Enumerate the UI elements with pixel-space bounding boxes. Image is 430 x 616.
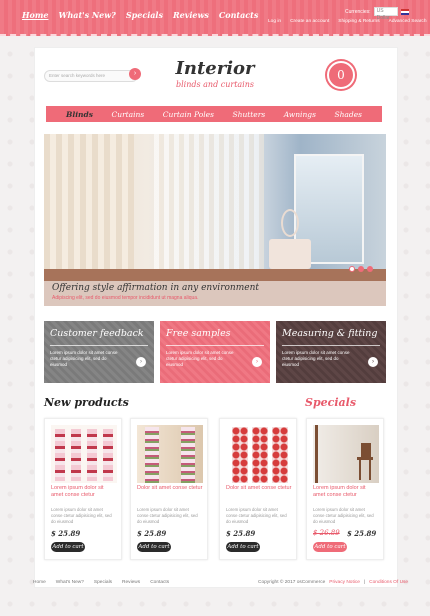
product-card: Dolor sit amet conse ctetur Lorem ipsum …	[130, 418, 208, 560]
product-price: $ 25.89	[226, 529, 256, 538]
add-to-cart-button[interactable]: Add to cart	[51, 542, 85, 552]
nav-reviews[interactable]: Reviews	[173, 10, 209, 20]
slider-dot[interactable]	[367, 266, 373, 272]
add-to-cart-button[interactable]: Add to cart	[137, 542, 171, 552]
product-name[interactable]: Dolor sit amet conse ctetur	[226, 485, 292, 492]
search-input[interactable]: Enter search keywords here	[44, 70, 138, 82]
flag-icon[interactable]	[400, 8, 409, 15]
feature-title: Measuring & fitting	[282, 328, 378, 339]
separator: |	[363, 580, 366, 585]
arrow-right-icon[interactable]: ›	[252, 357, 262, 367]
arrow-right-icon[interactable]: ›	[136, 357, 146, 367]
login-link[interactable]: Log in	[268, 19, 281, 24]
menu-shutters[interactable]: Shutters	[232, 110, 265, 119]
divider	[166, 345, 264, 346]
logo-title[interactable]: Interior	[150, 58, 280, 79]
menu-blinds[interactable]: Blinds	[66, 110, 93, 119]
divider	[282, 345, 380, 346]
banner-sheer-image	[154, 134, 264, 274]
specials-heading[interactable]: Specials	[305, 396, 356, 409]
footer-link-whats-new[interactable]: What's New?	[56, 580, 84, 585]
currency-selector: Currencies: US Dollar	[345, 7, 409, 21]
feature-free-samples[interactable]: Free samples Lorem ipsum dolor sit amet …	[160, 321, 270, 389]
special-product-card: Lorem ipsum dolor sit amet conse ctetur …	[306, 418, 384, 560]
advanced-search-link[interactable]: Advanced Search	[389, 19, 427, 24]
arrow-right-icon[interactable]: ›	[368, 357, 378, 367]
hero-banner[interactable]: Offering style affirmation in any enviro…	[44, 134, 386, 306]
nav-whats-new[interactable]: What's New?	[58, 10, 115, 20]
slider-dot[interactable]	[358, 266, 364, 272]
currency-label: Currencies:	[345, 8, 371, 15]
product-name[interactable]: Dolor sit amet conse ctetur	[137, 485, 203, 492]
footer-nav: Home What's New? Specials Reviews Contac…	[33, 580, 169, 585]
product-card: Lorem ipsum dolor sit amet conse ctetur …	[44, 418, 122, 560]
menu-awnings[interactable]: Awnings	[284, 110, 316, 119]
add-to-cart-button[interactable]: Add to cart	[313, 542, 347, 552]
product-special-price: $ 25.89	[347, 529, 377, 538]
footer-copyright: Copyright © 2017 osCommerce Privacy Noti…	[258, 580, 408, 585]
banner-title: Offering style affirmation in any enviro…	[52, 283, 259, 293]
product-image[interactable]	[137, 425, 203, 483]
footer-link-reviews[interactable]: Reviews	[122, 580, 140, 585]
add-to-cart-button[interactable]: Add to cart	[226, 542, 260, 552]
divider	[50, 345, 148, 346]
new-products-heading: New products	[44, 396, 129, 409]
menu-shades[interactable]: Shades	[334, 110, 362, 119]
menu-curtain-poles[interactable]: Curtain Poles	[163, 110, 214, 119]
feature-text: Lorem ipsum dolor sit amet conse ctetur …	[166, 350, 234, 367]
product-image[interactable]	[313, 425, 379, 483]
slider-dots	[349, 266, 373, 272]
feature-text: Lorem ipsum dolor sit amet conse ctetur …	[282, 350, 350, 367]
top-bar: Home What's New? Specials Reviews Contac…	[0, 0, 430, 36]
account-links: Log in Create an account Shipping & Retu…	[268, 19, 427, 24]
product-price: $ 25.89	[51, 529, 81, 538]
product-name[interactable]: Lorem ipsum dolor sit amet conse ctetur	[51, 485, 117, 499]
product-price: $ 25.89	[137, 529, 167, 538]
footer-link-home[interactable]: Home	[33, 580, 46, 585]
nav-specials[interactable]: Specials	[126, 10, 163, 20]
conditions-link[interactable]: Conditions Of Use	[369, 580, 408, 585]
product-name[interactable]: Lorem ipsum dolor sit amet conse ctetur	[313, 485, 379, 499]
product-description: Lorem ipsum dolor sit amet conse ctetur …	[226, 507, 287, 524]
feature-text: Lorem ipsum dolor sit amet conse ctetur …	[50, 350, 118, 367]
footer-link-contacts[interactable]: Contacts	[150, 580, 169, 585]
create-account-link[interactable]: Create an account	[290, 19, 329, 24]
feature-title: Customer feedback	[50, 328, 144, 339]
feature-measuring-fitting[interactable]: Measuring & fitting Lorem ipsum dolor si…	[276, 321, 386, 389]
footer-link-specials[interactable]: Specials	[94, 580, 112, 585]
zigzag-edge	[160, 383, 270, 389]
cart-badge[interactable]: 0	[322, 58, 360, 96]
slider-dot[interactable]	[349, 266, 355, 272]
banner-mirror-image	[281, 209, 299, 237]
banner-subtitle: Adipiscing elit, sed do eiusmod tempor i…	[52, 295, 199, 301]
currency-select[interactable]: US Dollar	[373, 7, 398, 21]
privacy-link[interactable]: Privacy Notice	[329, 580, 360, 585]
nav-contacts[interactable]: Contacts	[219, 10, 258, 20]
arrow-right-icon: ›	[133, 70, 137, 77]
product-old-price: $ 26.89	[313, 529, 340, 537]
feature-title: Free samples	[166, 328, 231, 339]
zigzag-edge	[44, 383, 154, 389]
top-nav: Home What's New? Specials Reviews Contac…	[22, 10, 258, 20]
cart-count[interactable]: 0	[327, 61, 355, 89]
shipping-link[interactable]: Shipping & Returns	[338, 19, 379, 24]
copyright-text: Copyright © 2017 osCommerce	[258, 580, 326, 585]
product-description: Lorem ipsum dolor sit amet conse ctetur …	[137, 507, 198, 524]
nav-home[interactable]: Home	[22, 10, 48, 20]
product-image[interactable]	[226, 425, 292, 483]
product-description: Lorem ipsum dolor sit amet conse ctetur …	[313, 507, 374, 524]
logo-subtitle: blinds and curtains	[175, 80, 254, 89]
product-description: Lorem ipsum dolor sit amet conse ctetur …	[51, 507, 112, 524]
category-menu: Blinds Curtains Curtain Poles Shutters A…	[36, 106, 392, 125]
zigzag-edge	[276, 383, 386, 389]
banner-table-image	[269, 239, 311, 269]
menu-curtains[interactable]: Curtains	[112, 110, 145, 119]
product-card: Dolor sit amet conse ctetur Lorem ipsum …	[219, 418, 297, 560]
feature-customer-feedback[interactable]: Customer feedback Lorem ipsum dolor sit …	[44, 321, 154, 389]
product-image[interactable]	[51, 425, 117, 483]
search-button[interactable]: ›	[129, 68, 141, 80]
